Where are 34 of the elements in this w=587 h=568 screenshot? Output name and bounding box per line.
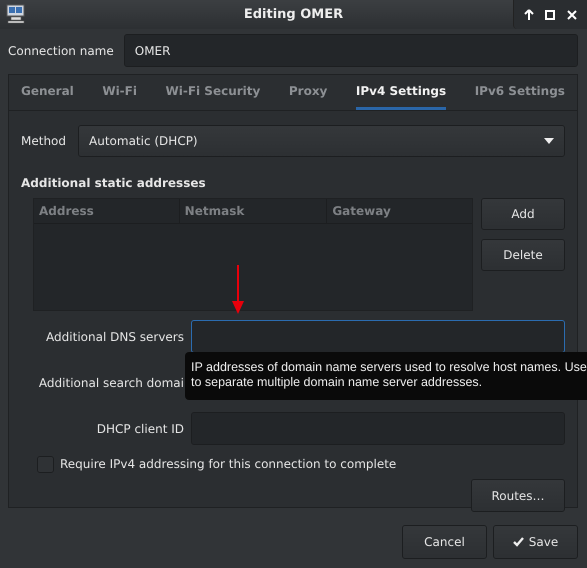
arrow-up-icon[interactable] <box>524 9 534 20</box>
field-label: DHCP client ID <box>96 420 185 438</box>
field-label: Additional DNS servers <box>45 328 185 346</box>
table-action-button[interactable]: Delete <box>481 239 565 271</box>
tab[interactable]: Wi-Fi Security <box>165 75 260 110</box>
tab[interactable]: Proxy <box>288 75 328 110</box>
cancel-button[interactable]: Cancel <box>402 525 487 559</box>
maximize-icon[interactable] <box>545 10 556 20</box>
connection-name-field[interactable]: OMER <box>124 34 578 67</box>
column-header: Netmask <box>180 199 328 224</box>
tab[interactable]: General <box>21 75 74 110</box>
tab[interactable]: IPv6 Settings <box>474 75 565 110</box>
field-label: Additional search domai <box>38 374 185 392</box>
close-icon[interactable] <box>567 10 578 20</box>
column-header: Address <box>34 199 180 224</box>
checkbox-label: Require IPv4 addressing for this connection to complete <box>60 456 396 473</box>
checkmark-icon <box>512 537 524 547</box>
tooltip: IP addresses of domain name servers used to resolve host names. Use to separate multiple domain name server addresses. <box>185 352 587 400</box>
save-button[interactable]: Save <box>493 525 578 559</box>
section-heading: Additional static addresses <box>21 175 207 192</box>
method-dropdown[interactable]: Automatic (DHCP) <box>78 125 565 157</box>
routes-button[interactable]: Routes… <box>471 479 565 512</box>
column-header: Gateway <box>327 199 472 224</box>
text-field[interactable] <box>191 320 565 353</box>
network-computers-icon <box>5 3 27 25</box>
pointer-arrow <box>231 265 245 315</box>
tab[interactable]: IPv4 Settings <box>356 75 446 110</box>
method-label: Method <box>21 133 66 150</box>
connection-name-label: Connection name <box>8 42 114 60</box>
address-table[interactable]: Address Netmask Gateway <box>33 198 473 311</box>
caret-icon <box>544 138 554 144</box>
tab[interactable]: Wi-Fi <box>102 75 137 110</box>
table-action-button[interactable]: Add <box>481 198 565 230</box>
window-title: Editing OMER <box>244 6 344 24</box>
